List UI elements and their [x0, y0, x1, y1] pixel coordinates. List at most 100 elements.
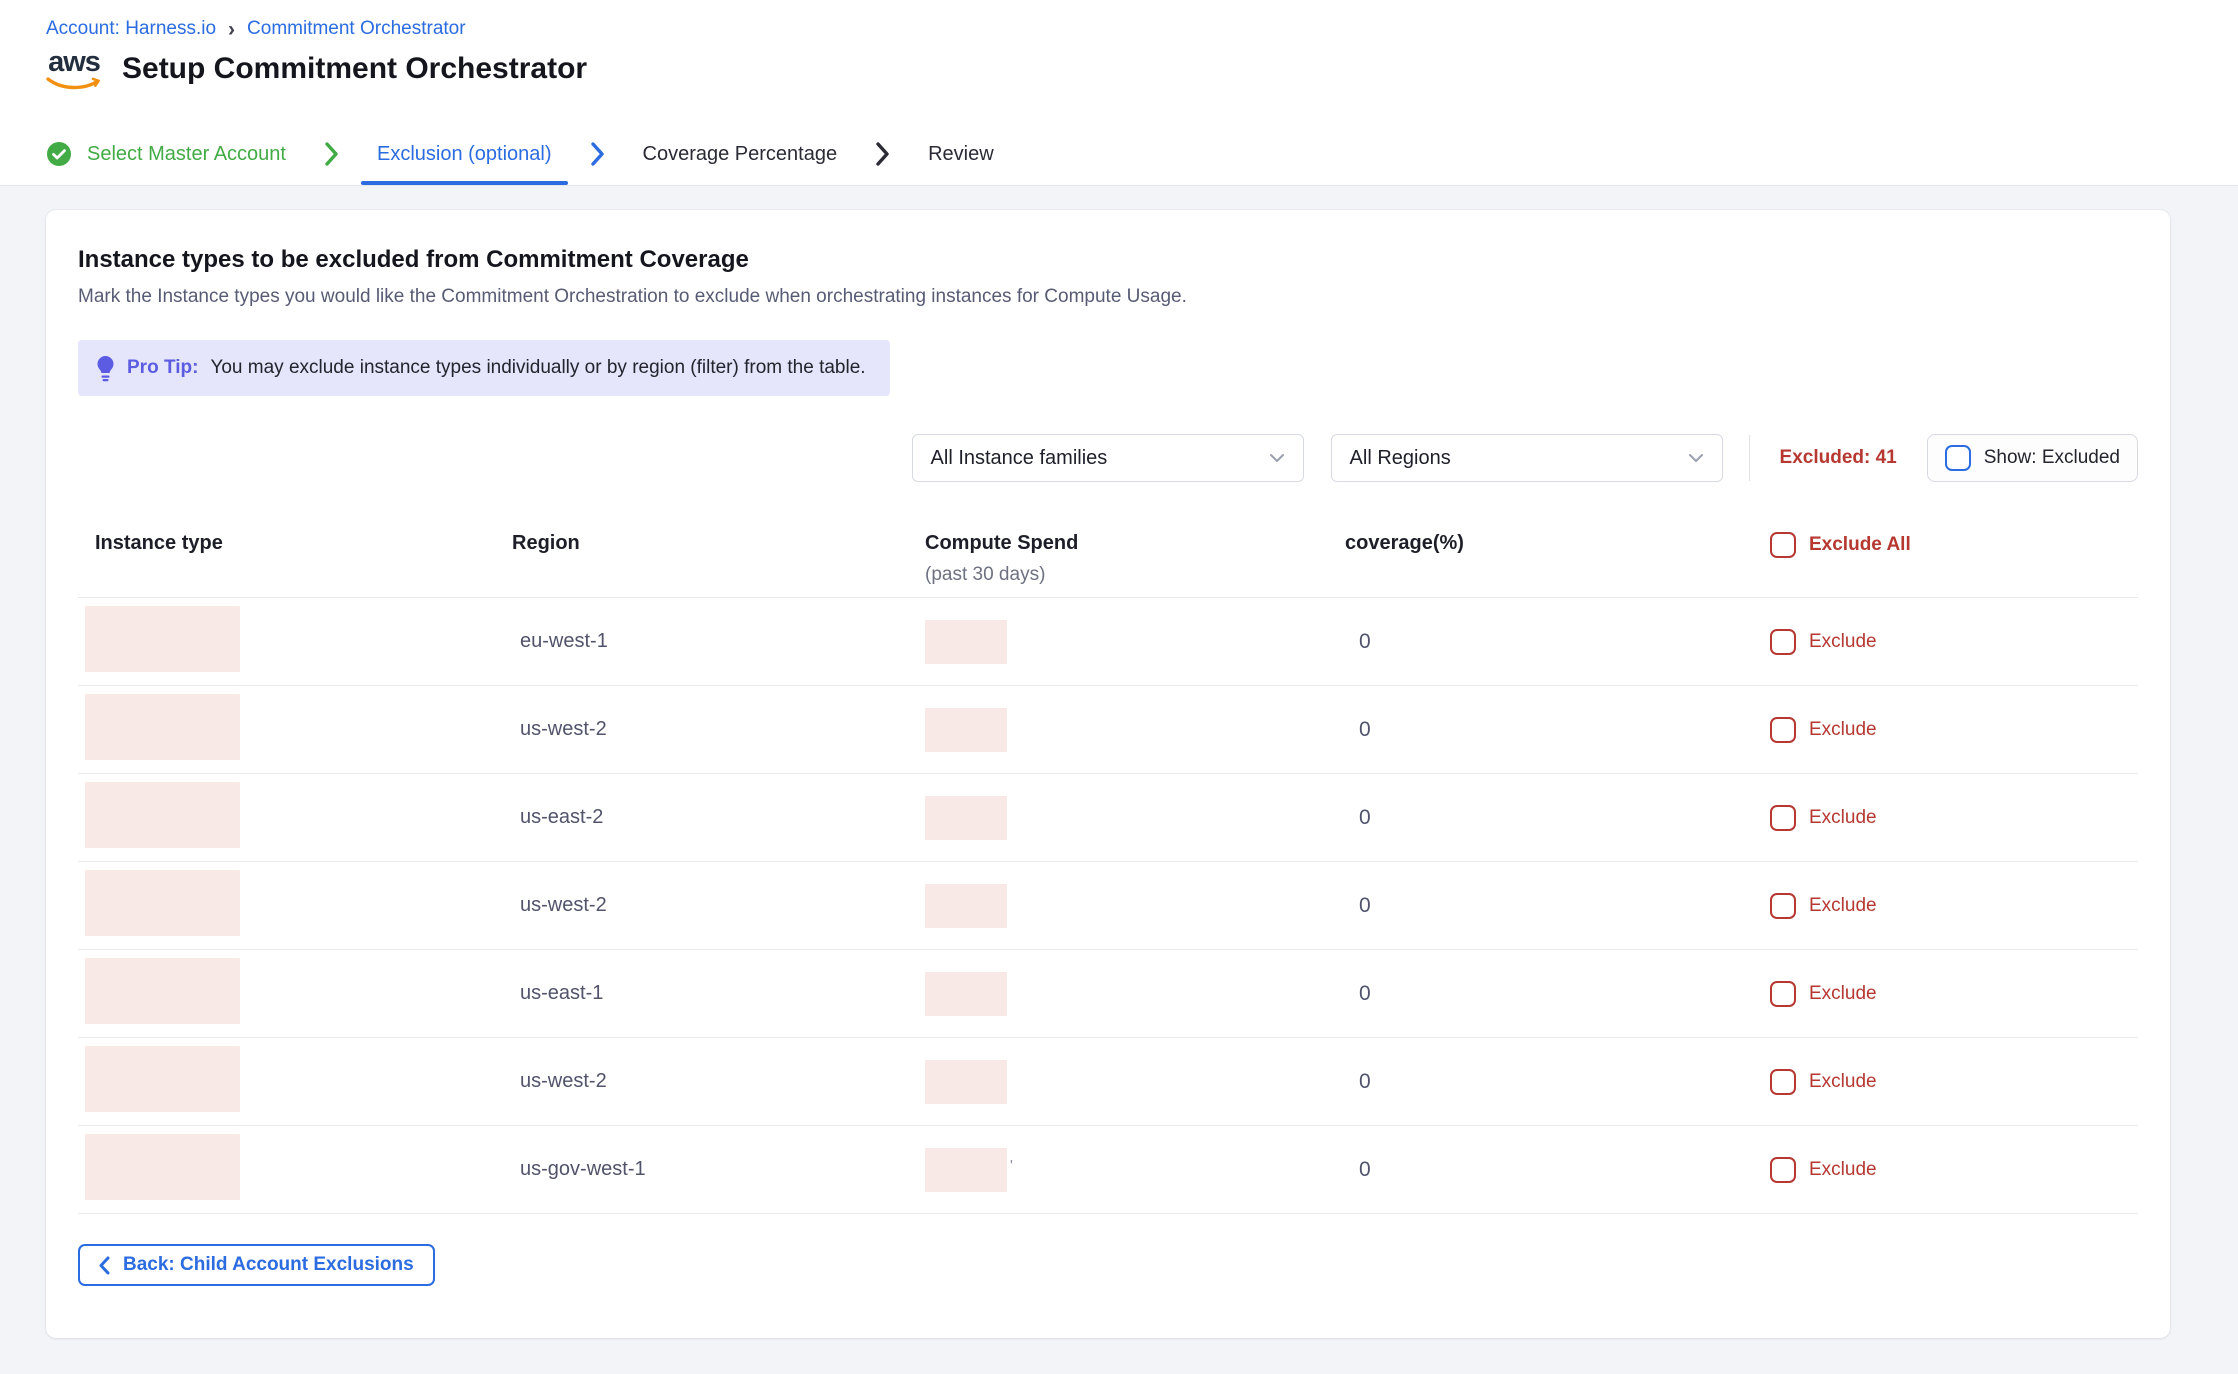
exclude-cell: Exclude — [1770, 805, 2138, 831]
back-button[interactable]: Back: Child Account Exclusions — [78, 1244, 435, 1286]
coverage-cell: 0 — [1345, 894, 1770, 918]
redacted-instance-type — [85, 606, 240, 672]
breadcrumb-page-link[interactable]: Commitment Orchestrator — [247, 18, 466, 40]
header-compute-spend-title: Compute Spend — [925, 532, 1345, 555]
region-cell: us-west-2 — [512, 718, 925, 741]
filters-row: All Instance families All Regions Exclud… — [78, 434, 2138, 482]
aws-smile-icon — [46, 76, 102, 90]
exclude-cell: Exclude — [1770, 1069, 2138, 1095]
top-bar: Account: Harness.io › Commitment Orchest… — [0, 0, 2238, 186]
coverage-cell: 0 — [1345, 806, 1770, 830]
step-label: Exclusion (optional) — [377, 143, 552, 166]
exclude-label: Exclude — [1809, 807, 1877, 829]
redacted-compute-spend — [925, 708, 1007, 752]
show-excluded-toggle[interactable]: Show: Excluded — [1927, 434, 2138, 482]
exclude-checkbox[interactable] — [1770, 805, 1796, 831]
coverage-cell: 0 — [1345, 630, 1770, 654]
table-row: us-west-2 0 Exclude — [78, 862, 2138, 950]
redacted-instance-type — [85, 782, 240, 848]
breadcrumb-separator-icon: › — [228, 19, 235, 40]
exclude-label: Exclude — [1809, 983, 1877, 1005]
table-row: us-west-2 0 Exclude — [78, 686, 2138, 774]
footer-actions: Back: Child Account Exclusions — [78, 1244, 2138, 1286]
pro-tip-label: Pro Tip: — [127, 357, 198, 379]
chevron-right-icon — [875, 141, 890, 167]
show-excluded-checkbox[interactable] — [1945, 445, 1971, 471]
step-label: Select Master Account — [87, 143, 286, 166]
exclude-label: Exclude — [1809, 719, 1877, 741]
region-cell: us-west-2 — [512, 894, 925, 917]
exclude-checkbox[interactable] — [1770, 981, 1796, 1007]
compute-spend-cell — [925, 708, 1345, 752]
back-button-label: Back: Child Account Exclusions — [123, 1254, 414, 1276]
compute-spend-cell — [925, 1060, 1345, 1104]
exclusion-table: Instance type Region Compute Spend (past… — [78, 524, 2138, 1214]
instance-type-cell — [78, 606, 512, 677]
instance-type-cell — [78, 782, 512, 853]
region-cell: us-west-2 — [512, 1070, 925, 1093]
coverage-cell: 0 — [1345, 982, 1770, 1006]
excluded-count: Excluded: 41 — [1780, 447, 1897, 469]
region-cell: us-east-2 — [512, 806, 925, 829]
aws-logo: aws — [46, 50, 102, 90]
step-exclusion-optional[interactable]: Exclusion (optional) — [377, 123, 552, 185]
exclude-all-checkbox[interactable] — [1770, 532, 1796, 558]
page: Account: Harness.io › Commitment Orchest… — [0, 0, 2238, 1374]
step-coverage-percentage[interactable]: Coverage Percentage — [643, 123, 838, 185]
instance-families-select[interactable]: All Instance families — [912, 434, 1304, 482]
coverage-cell: 0 — [1345, 1158, 1770, 1182]
exclude-checkbox[interactable] — [1770, 1069, 1796, 1095]
exclude-checkbox[interactable] — [1770, 1157, 1796, 1183]
coverage-cell: 0 — [1345, 718, 1770, 742]
exclusion-card: Instance types to be excluded from Commi… — [46, 210, 2170, 1338]
redacted-compute-spend — [925, 972, 1007, 1016]
chevron-right-icon — [590, 141, 605, 167]
redacted-instance-type — [85, 870, 240, 936]
table-row: eu-west-1 0 Exclude — [78, 598, 2138, 686]
exclude-checkbox[interactable] — [1770, 629, 1796, 655]
table-row: us-east-2 0 Exclude — [78, 774, 2138, 862]
step-label: Coverage Percentage — [643, 143, 838, 166]
compute-spend-cell — [925, 620, 1345, 664]
redacted-compute-spend — [925, 620, 1007, 664]
pro-tip-text: You may exclude instance types individua… — [210, 357, 865, 379]
header-region: Region — [512, 532, 925, 555]
breadcrumb-account-link[interactable]: Account: Harness.io — [46, 18, 216, 40]
redacted-compute-spend — [925, 1060, 1007, 1104]
exclude-label: Exclude — [1809, 1071, 1877, 1093]
step-review[interactable]: Review — [928, 123, 994, 185]
chevron-down-icon — [1688, 453, 1704, 463]
exclude-all-label: Exclude All — [1809, 534, 1911, 556]
redacted-instance-type — [85, 1046, 240, 1112]
chevron-left-icon — [99, 1256, 110, 1275]
regions-select-value: All Regions — [1350, 447, 1451, 470]
table-header-row: Instance type Region Compute Spend (past… — [78, 524, 2138, 598]
table-row: us-gov-west-1 ' 0 Exclude — [78, 1126, 2138, 1214]
lightbulb-icon — [96, 355, 115, 382]
chevron-down-icon — [1269, 453, 1285, 463]
chevron-right-icon — [324, 141, 339, 167]
instance-type-cell — [78, 870, 512, 941]
regions-select[interactable]: All Regions — [1331, 434, 1723, 482]
redacted-compute-spend — [925, 1148, 1007, 1192]
redacted-instance-type — [85, 694, 240, 760]
region-cell: eu-west-1 — [512, 630, 925, 653]
redacted-instance-type — [85, 958, 240, 1024]
exclude-cell: Exclude — [1770, 717, 2138, 743]
compute-spend-cell — [925, 972, 1345, 1016]
header-exclude-all: Exclude All — [1770, 532, 2138, 558]
exclude-checkbox[interactable] — [1770, 893, 1796, 919]
wizard-stepper: Select Master Account Exclusion (optiona… — [46, 123, 2192, 185]
page-title: Setup Commitment Orchestrator — [122, 52, 587, 86]
title-row: aws Setup Commitment Orchestrator — [46, 48, 2192, 90]
instance-families-select-value: All Instance families — [931, 447, 1108, 470]
region-cell: us-gov-west-1 — [512, 1158, 925, 1181]
card-subtitle: Mark the Instance types you would like t… — [78, 286, 2138, 308]
region-cell: us-east-1 — [512, 982, 925, 1005]
exclude-checkbox[interactable] — [1770, 717, 1796, 743]
step-label: Review — [928, 143, 994, 166]
step-select-master-account[interactable]: Select Master Account — [46, 123, 286, 185]
instance-type-cell — [78, 958, 512, 1029]
compute-spend-cell — [925, 884, 1345, 928]
header-compute-spend-subtitle: (past 30 days) — [925, 564, 1345, 586]
